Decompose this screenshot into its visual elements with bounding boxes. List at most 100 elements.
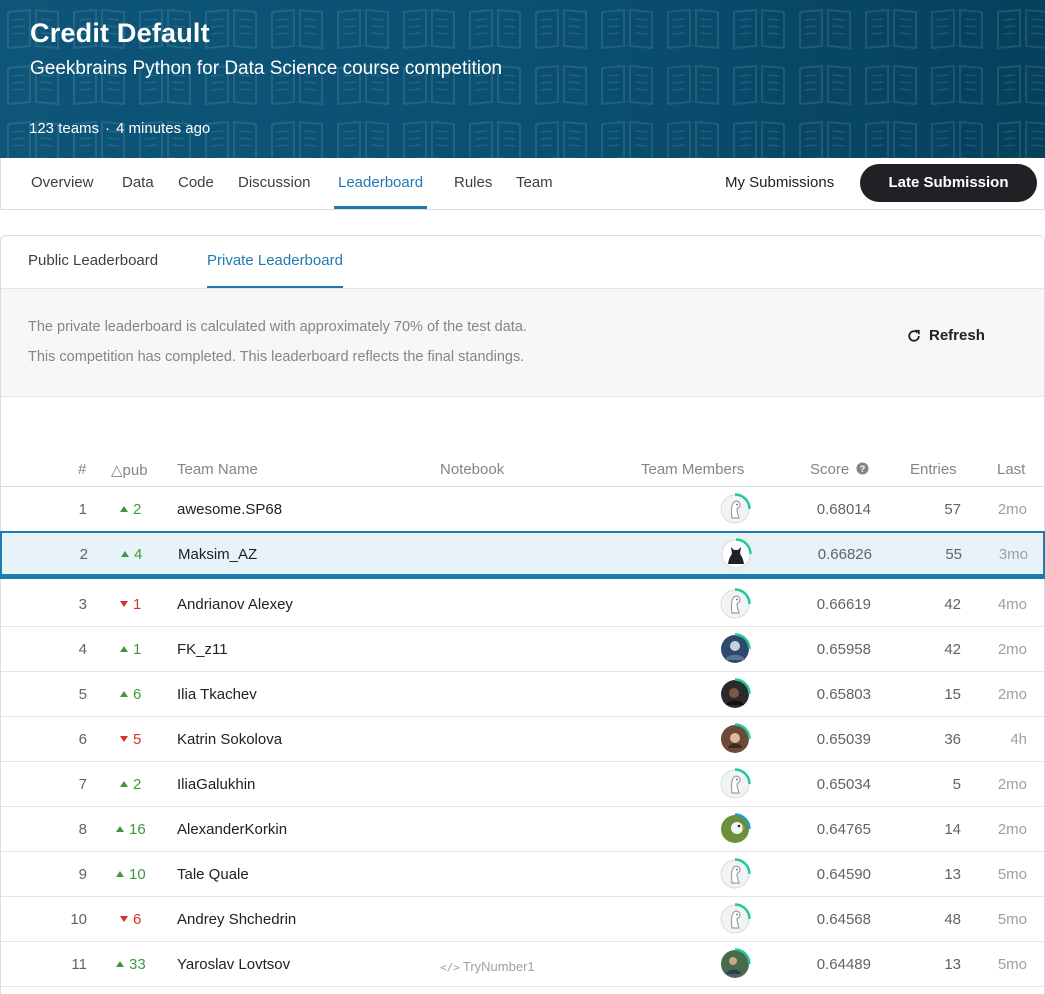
entries-cell: 36 xyxy=(944,731,961,748)
delta-value: 1 xyxy=(133,641,142,658)
tab-public-leaderboard[interactable]: Public Leaderboard xyxy=(28,236,158,288)
entries-cell: 13 xyxy=(944,956,961,973)
header-team-name: Team Name xyxy=(177,461,258,478)
arrow-up-icon xyxy=(120,691,128,697)
last-cell: 5mo xyxy=(997,911,1027,928)
competition-subtitle: Geekbrains Python for Data Science cours… xyxy=(30,58,503,79)
score-cell: 0.64489 xyxy=(816,956,871,973)
table-row[interactable]: 3 1 Andrianov Alexey 0.66619 42 4mo xyxy=(1,582,1044,627)
tab-private-leaderboard[interactable]: Private Leaderboard xyxy=(207,236,343,288)
delta-value: 33 xyxy=(129,956,146,973)
team-name-link[interactable]: Maksim_AZ xyxy=(178,545,257,565)
avatar[interactable] xyxy=(719,948,751,980)
avatar[interactable] xyxy=(719,633,751,665)
entries-cell: 15 xyxy=(944,686,961,703)
last-cell: 2mo xyxy=(997,776,1027,793)
rank-cell: 9 xyxy=(78,866,87,883)
team-name-link[interactable]: Ilia Tkachev xyxy=(177,685,257,705)
team-name-link[interactable]: Yaroslav Lovtsov xyxy=(177,955,290,975)
delta-cell: 4 xyxy=(112,545,162,565)
rank-cell: 6 xyxy=(78,731,87,748)
header-score: Score ? xyxy=(810,461,869,478)
avatar[interactable] xyxy=(719,768,751,800)
header-team-members: Team Members xyxy=(641,461,745,478)
last-cell: 5mo xyxy=(997,866,1027,883)
rank-cell: 11 xyxy=(71,956,87,973)
avatar[interactable] xyxy=(719,813,751,845)
table-row[interactable]: 1 2 awesome.SP68 0.68014 57 2mo xyxy=(1,487,1044,532)
svg-text:?: ? xyxy=(860,464,866,474)
tab-team[interactable]: Team xyxy=(512,158,557,209)
team-name-link[interactable]: Tale Quale xyxy=(177,865,249,885)
header-entries: Entries xyxy=(910,461,957,478)
arrow-up-icon xyxy=(116,871,124,877)
avatar[interactable] xyxy=(719,903,751,935)
arrow-down-icon xyxy=(120,736,128,742)
table-row[interactable]: 11 33 Yaroslav Lovtsov </> TryNumber1 0.64489… xyxy=(1,942,1044,987)
tab-rules[interactable]: Rules xyxy=(450,158,496,209)
team-name-link[interactable]: Andrey Shchedrin xyxy=(177,910,296,930)
rank-cell: 2 xyxy=(79,546,88,563)
leaderboard-card: Public Leaderboard Private Leaderboard T… xyxy=(0,235,1045,994)
score-cell: 0.65039 xyxy=(816,731,871,748)
arrow-down-icon xyxy=(120,916,128,922)
tab-code[interactable]: Code xyxy=(174,158,218,209)
team-name-link[interactable]: Andrianov Alexey xyxy=(177,595,293,615)
delta-value: 5 xyxy=(133,731,142,748)
help-icon[interactable]: ? xyxy=(856,462,869,475)
refresh-label: Refresh xyxy=(929,327,985,344)
avatar[interactable] xyxy=(719,678,751,710)
team-name-link[interactable]: FK_z11 xyxy=(177,640,228,660)
table-row[interactable]: 2 4 Maksim_AZ 0.66826 55 3mo xyxy=(0,531,1045,579)
score-cell: 0.66826 xyxy=(817,546,872,563)
late-submission-button[interactable]: Late Submission xyxy=(860,164,1037,202)
delta-value: 2 xyxy=(133,501,142,518)
delta-value: 6 xyxy=(133,686,142,703)
header-notebook: Notebook xyxy=(440,461,505,478)
table-row[interactable]: 7 2 IliaGalukhin 0.65034 5 2mo xyxy=(1,762,1044,807)
arrow-up-icon xyxy=(116,961,124,967)
notebook-link[interactable]: </> TryNumber1 xyxy=(440,957,535,978)
table-row[interactable]: 9 10 Tale Quale 0.64590 13 5mo xyxy=(1,852,1044,897)
delta-cell: 2 xyxy=(111,500,161,520)
table-row[interactable]: 4 1 FK_z11 0.65958 42 2mo xyxy=(1,627,1044,672)
last-cell: 3mo xyxy=(998,546,1028,563)
avatar[interactable] xyxy=(720,538,752,570)
team-name-link[interactable]: Katrin Sokolova xyxy=(177,730,282,750)
entries-cell: 57 xyxy=(944,501,961,518)
leaderboard-tabs: Public Leaderboard Private Leaderboard xyxy=(1,236,1044,288)
entries-cell: 14 xyxy=(944,821,961,838)
tab-discussion[interactable]: Discussion xyxy=(234,158,315,209)
avatar[interactable] xyxy=(719,588,751,620)
delta-cell: 1 xyxy=(111,595,161,615)
arrow-up-icon xyxy=(120,506,128,512)
my-submissions-link[interactable]: My Submissions xyxy=(725,158,834,208)
delta-value: 10 xyxy=(129,866,146,883)
info-text-completed: This competition has completed. This lea… xyxy=(28,349,525,365)
team-name-link[interactable]: awesome.SP68 xyxy=(177,500,282,520)
table-row[interactable]: 8 16 AlexanderKorkin 0.64765 14 2mo xyxy=(1,807,1044,852)
tab-leaderboard[interactable]: Leaderboard xyxy=(334,158,428,209)
avatar[interactable] xyxy=(719,723,751,755)
avatar[interactable] xyxy=(719,858,751,890)
updated-time: 4 minutes ago xyxy=(116,120,211,137)
delta-value: 16 xyxy=(129,821,146,838)
table-row[interactable]: 6 5 Katrin Sokolova 0.65039 36 4h xyxy=(1,717,1044,762)
team-name-link[interactable]: IliaGalukhin xyxy=(177,775,255,795)
competition-meta: 123 teams · 4 minutes ago xyxy=(29,120,210,137)
refresh-button[interactable]: Refresh xyxy=(907,327,985,344)
header-delta[interactable]: △pub xyxy=(111,461,148,479)
competition-nav: Overview Data Code Discussion Leaderboar… xyxy=(0,158,1045,210)
tab-overview[interactable]: Overview xyxy=(27,158,98,209)
arrow-up-icon xyxy=(120,781,128,787)
table-row[interactable]: 5 6 Ilia Tkachev 0.65803 15 2mo xyxy=(1,672,1044,717)
rank-cell: 4 xyxy=(78,641,87,658)
table-row[interactable]: 10 6 Andrey Shchedrin 0.64568 48 5mo xyxy=(1,897,1044,942)
tab-data[interactable]: Data xyxy=(118,158,158,209)
avatar[interactable] xyxy=(719,493,751,525)
rank-cell: 3 xyxy=(78,596,87,613)
notebook-name: TryNumber1 xyxy=(462,959,535,974)
code-icon: </> xyxy=(440,961,460,974)
entries-cell: 55 xyxy=(945,546,962,563)
team-name-link[interactable]: AlexanderKorkin xyxy=(177,820,287,840)
